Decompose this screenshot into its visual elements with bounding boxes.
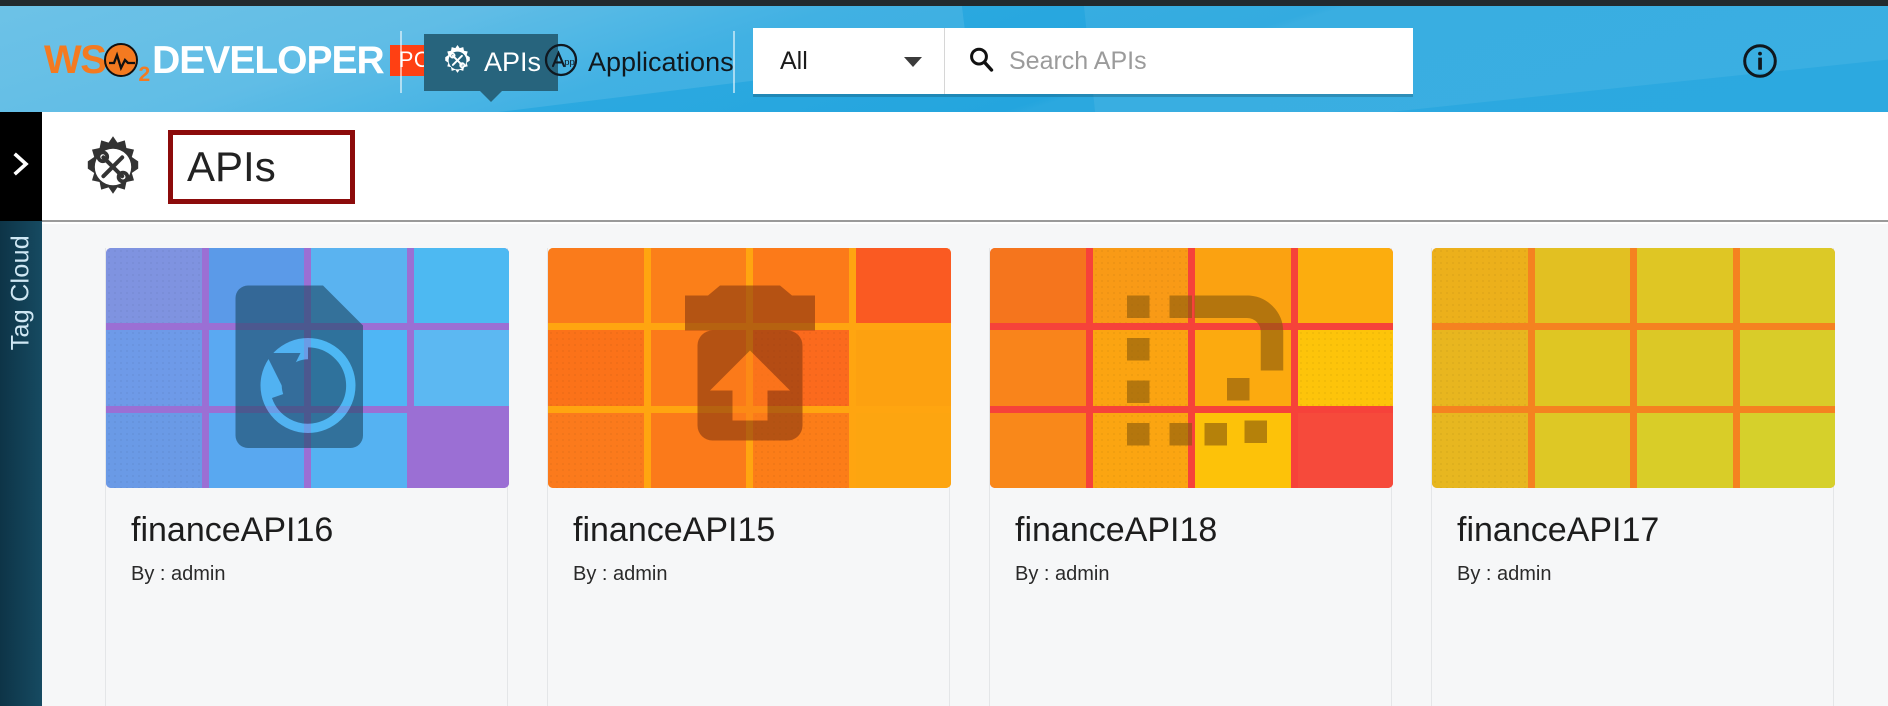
logo-pulse-icon — [104, 43, 139, 77]
mosaic-tile — [990, 330, 1086, 406]
sidebar-tag-cloud-panel: Tag Cloud — [0, 221, 42, 706]
mosaic-tile — [1432, 330, 1528, 406]
mosaic-tile — [548, 412, 644, 488]
page-title-highlight-box: APIs — [168, 130, 355, 204]
nav-tab-apis-label: APIs — [484, 47, 542, 77]
mosaic-tile — [1297, 248, 1393, 324]
page-title: APIs — [187, 143, 276, 190]
gear-tools-icon — [441, 44, 474, 82]
api-card-title: financeAPI18 — [1015, 511, 1218, 549]
gear-tools-icon — [81, 135, 145, 199]
api-thumbnail — [1432, 248, 1835, 488]
info-circle-icon[interactable] — [1742, 43, 1778, 79]
mosaic-tile — [990, 412, 1086, 488]
mosaic-tile — [1739, 248, 1835, 324]
chevron-down-icon — [904, 57, 922, 67]
logo-subscript-2: 2 — [138, 63, 151, 86]
mosaic-tile — [1297, 330, 1393, 406]
api-card[interactable]: financeAPI16 By : admin — [105, 248, 509, 706]
logo-developer-text: DEVELOPER — [152, 38, 385, 82]
mosaic-tile — [413, 248, 509, 324]
search-filter-select[interactable]: All — [753, 28, 945, 94]
api-card[interactable]: financeAPI17 By : admin — [1431, 248, 1835, 706]
mosaic-tile — [413, 330, 509, 406]
sidebar-expand-button[interactable] — [0, 112, 42, 221]
api-card-provider: By : admin — [1457, 563, 1552, 585]
mosaic-tile — [1637, 412, 1733, 488]
header-divider-left — [400, 31, 402, 93]
unarchive-icon — [675, 285, 825, 451]
mosaic-tile — [1432, 248, 1528, 324]
mosaic-tile — [1534, 412, 1630, 488]
api-thumbnail — [106, 248, 509, 488]
app-circle-icon: pp — [544, 43, 578, 82]
api-card-provider: By : admin — [131, 563, 226, 585]
mosaic-tile — [1739, 412, 1835, 488]
mosaic-tile — [1534, 330, 1630, 406]
document-restore-icon — [233, 281, 383, 456]
mosaic-tile — [1432, 412, 1528, 488]
mosaic-tile — [413, 412, 509, 488]
chevron-right-icon — [10, 148, 32, 185]
page-title-bar: APIs — [42, 112, 1888, 222]
mosaic-tile — [106, 412, 202, 488]
mosaic-tile — [1739, 330, 1835, 406]
mosaic-tile — [855, 412, 951, 488]
mosaic-tile — [1637, 248, 1733, 324]
mosaic-tile — [1297, 412, 1393, 488]
sidebar-tag-cloud-label[interactable]: Tag Cloud — [7, 235, 36, 350]
mosaic-tile — [548, 248, 644, 324]
nav-tab-applications-label: Applications — [588, 47, 734, 77]
mosaic-tile — [1637, 330, 1733, 406]
api-card-grid: financeAPI16 By : admin financeAPI15 By … — [42, 224, 1888, 706]
thumbnail-mosaic — [1432, 248, 1835, 488]
api-thumbnail — [990, 248, 1393, 488]
mosaic-tile — [855, 330, 951, 406]
search-bar: All Search APIs — [753, 28, 1413, 94]
mosaic-tile — [106, 248, 202, 324]
search-filter-value: All — [780, 46, 808, 75]
logo-ws-text: WS — [44, 38, 107, 82]
mosaic-tile — [106, 330, 202, 406]
api-card-title: financeAPI16 — [131, 511, 334, 549]
api-thumbnail — [548, 248, 951, 488]
api-card-provider: By : admin — [573, 563, 668, 585]
active-tab-pointer — [480, 91, 503, 102]
search-input-wrapper[interactable]: Search APIs — [945, 28, 1413, 94]
app-header: WS 2 DEVELOPER PORTAL APIs — [0, 6, 1888, 112]
mosaic-tile — [990, 248, 1086, 324]
api-card-provider: By : admin — [1015, 563, 1110, 585]
nav-tab-applications[interactable]: pp Applications — [534, 34, 751, 91]
api-card-title: financeAPI17 — [1457, 511, 1660, 549]
route-path-icon — [1092, 286, 1292, 451]
mosaic-tile — [1534, 248, 1630, 324]
api-card-title: financeAPI15 — [573, 511, 776, 549]
api-card[interactable]: financeAPI15 By : admin — [547, 248, 951, 706]
search-input-placeholder: Search APIs — [1009, 46, 1147, 75]
api-card[interactable]: financeAPI18 By : admin — [989, 248, 1393, 706]
svg-text:pp: pp — [564, 57, 575, 68]
mosaic-tile — [548, 330, 644, 406]
search-icon — [967, 45, 995, 78]
mosaic-tile — [855, 248, 951, 324]
